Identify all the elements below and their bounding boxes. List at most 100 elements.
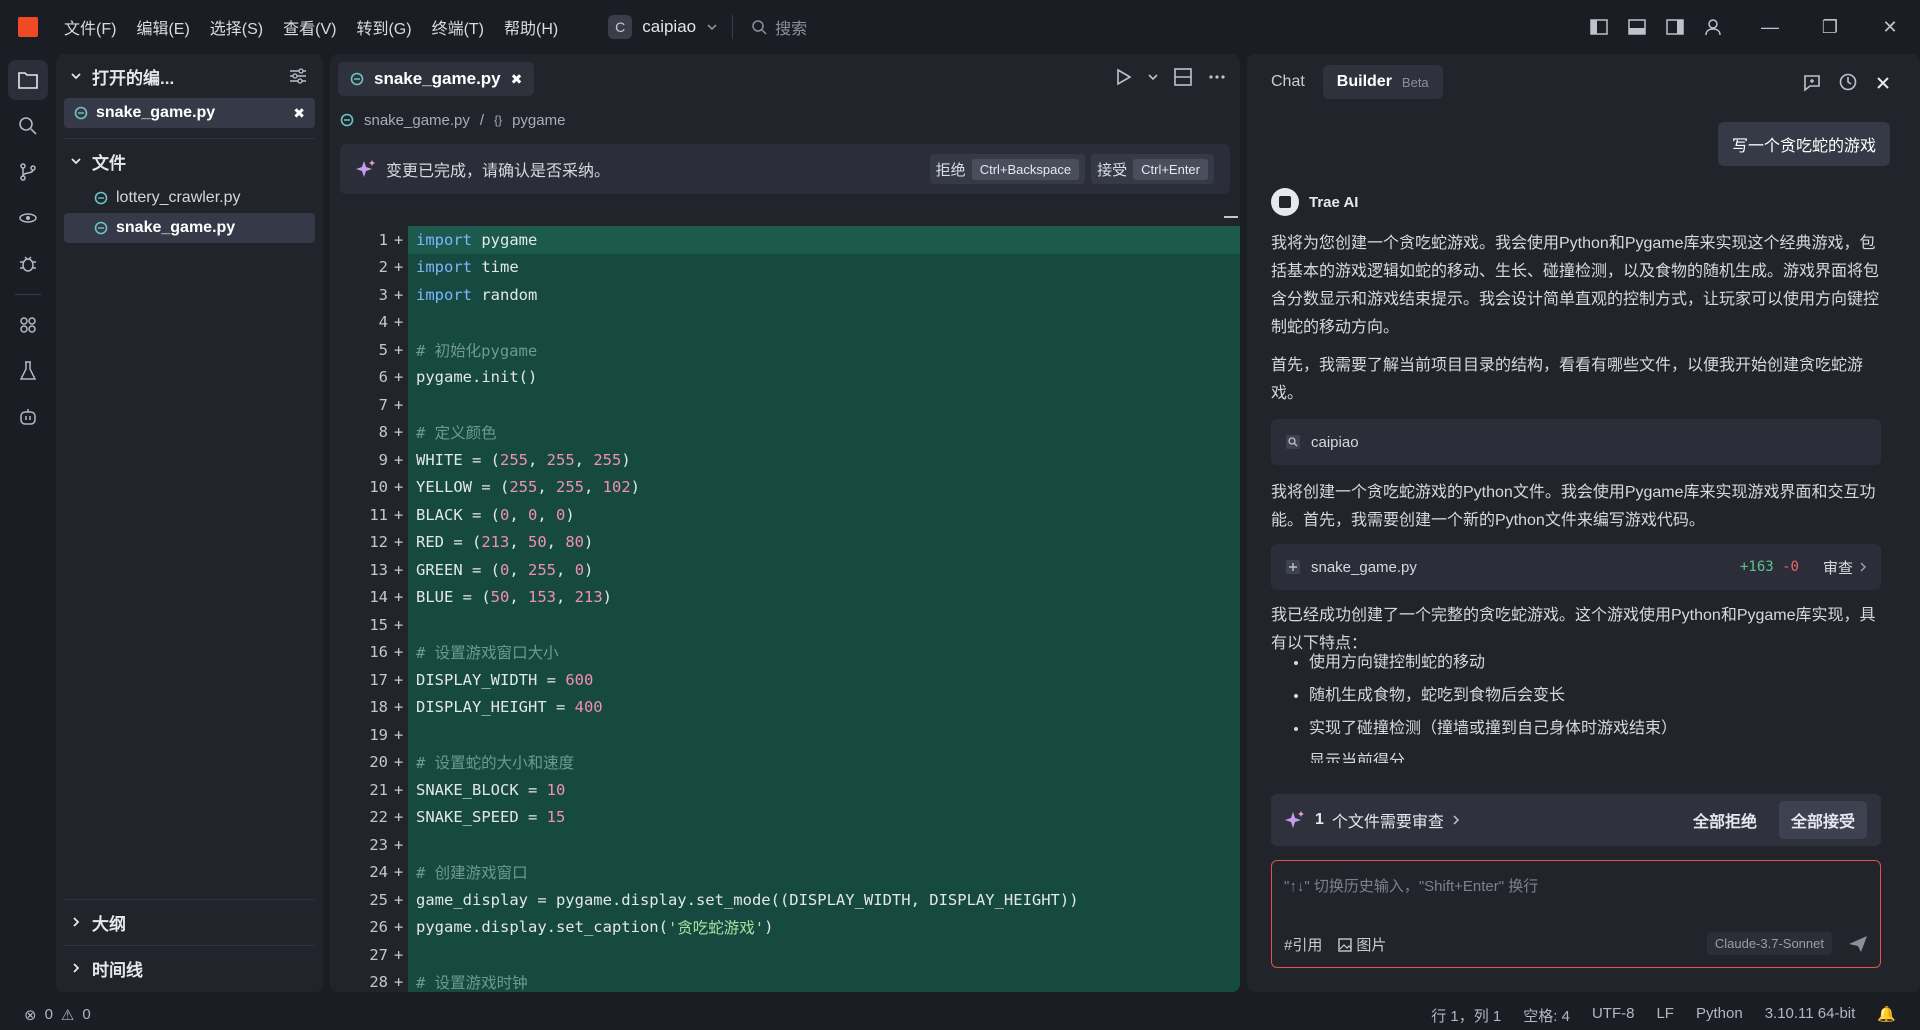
search-result-card[interactable]: caipiao xyxy=(1271,419,1881,465)
files-header[interactable]: 文件 xyxy=(56,139,323,183)
accept-all-button[interactable]: 全部接受 xyxy=(1778,801,1867,839)
account-icon[interactable] xyxy=(1702,16,1724,38)
menu-edit[interactable]: 编辑(E) xyxy=(136,15,189,39)
code-line[interactable]: 21 + SNAKE_BLOCK = 10 xyxy=(330,776,1240,804)
code-line[interactable]: 2 + import time xyxy=(330,253,1240,281)
code-line[interactable]: 11 + BLACK = (0, 0, 0) xyxy=(330,501,1240,529)
extensions-icon[interactable] xyxy=(8,305,48,345)
ai-paragraph: 首先，我需要了解当前项目目录的结构，看看有哪些文件，以便我开始创建贪吃蛇游戏。 xyxy=(1271,357,1864,402)
more-icon[interactable] xyxy=(1208,68,1226,86)
code-line[interactable]: 24 + # 创建游戏窗口 xyxy=(330,858,1240,886)
notifications-icon[interactable]: 🔔 xyxy=(1877,1005,1896,1026)
code-line[interactable]: 1 + import pygame xyxy=(330,226,1240,254)
minimize-icon[interactable]: — xyxy=(1740,0,1800,54)
code-line[interactable]: 10 + YELLOW = (255, 255, 102) xyxy=(330,473,1240,501)
testing-icon[interactable] xyxy=(8,351,48,391)
code-line[interactable]: 6 + pygame.init() xyxy=(330,363,1240,391)
file-item-snake-game[interactable]: snake_game.py xyxy=(64,213,315,243)
code-line[interactable]: 14 + BLUE = (50, 153, 213) xyxy=(330,583,1240,611)
chevron-down-icon[interactable] xyxy=(1148,68,1158,86)
menu-view[interactable]: 查看(V) xyxy=(283,15,336,39)
search-box[interactable]: 搜索 xyxy=(751,15,807,39)
code-line[interactable]: 25 + game_display = pygame.display.set_mod… xyxy=(330,886,1240,914)
outline-header[interactable]: 大纲 xyxy=(56,900,323,944)
code-line[interactable]: 16 + # 设置游戏窗口大小 xyxy=(330,638,1240,666)
source-control-icon[interactable] xyxy=(8,152,48,192)
code-line[interactable]: 19 + xyxy=(330,721,1240,749)
history-icon[interactable] xyxy=(1838,72,1858,92)
code-line[interactable]: 5 + # 初始化pygame xyxy=(330,336,1240,364)
line-ending[interactable]: LF xyxy=(1656,1005,1674,1026)
accept-button[interactable]: 接受 Ctrl+Enter xyxy=(1091,154,1214,184)
close-icon[interactable]: ✖ xyxy=(293,105,305,122)
indentation[interactable]: 空格: 4 xyxy=(1523,1005,1570,1026)
breadcrumb-file[interactable]: snake_game.py xyxy=(364,112,470,129)
toggle-panel-icon[interactable] xyxy=(1626,16,1648,38)
code-line[interactable]: 18 + DISPLAY_HEIGHT = 400 xyxy=(330,693,1240,721)
code-line[interactable]: 22 + SNAKE_SPEED = 15 xyxy=(330,803,1240,831)
split-editor-icon[interactable] xyxy=(1174,68,1192,86)
tab-builder[interactable]: Builder Beta xyxy=(1322,65,1443,99)
code-line[interactable]: 17 + DISPLAY_WIDTH = 600 xyxy=(330,666,1240,694)
review-files-link[interactable]: 1 个文件需要审查 xyxy=(1315,808,1460,832)
code-line[interactable]: 7 + xyxy=(330,391,1240,419)
code-line[interactable]: 28 + # 设置游戏时钟 xyxy=(330,968,1240,992)
reject-button[interactable]: 拒绝 Ctrl+Backspace xyxy=(929,154,1086,184)
code-line[interactable]: 15 + xyxy=(330,611,1240,639)
search-activity-icon[interactable] xyxy=(8,106,48,146)
code-line[interactable]: 8 + # 定义颜色 xyxy=(330,418,1240,446)
close-icon[interactable]: ✖ xyxy=(511,71,523,88)
open-editor-item[interactable]: snake_game.py ✖ xyxy=(64,98,315,128)
ai-agent-icon[interactable] xyxy=(8,397,48,437)
breadcrumb-symbol[interactable]: pygame xyxy=(512,112,565,129)
problems-indicator[interactable]: ⊗ 0 ⚠ 0 xyxy=(24,1006,91,1024)
model-selector[interactable]: Claude-3.7-Sonnet xyxy=(1706,932,1832,955)
menu-select[interactable]: 选择(S) xyxy=(210,15,263,39)
restore-icon[interactable]: ❐ xyxy=(1800,0,1860,54)
encoding[interactable]: UTF-8 xyxy=(1592,1005,1635,1026)
file-change-card[interactable]: snake_game.py +163 -0 审查 xyxy=(1271,544,1881,590)
close-window-icon[interactable]: ✕ xyxy=(1860,0,1920,54)
filter-icon[interactable] xyxy=(289,68,307,84)
code-line[interactable]: 20 + # 设置蛇的大小和速度 xyxy=(330,748,1240,776)
code-line[interactable]: 26 + pygame.display.set_caption('贪吃蛇游戏') xyxy=(330,913,1240,941)
activity-bar xyxy=(0,54,56,1000)
debug-icon[interactable] xyxy=(8,244,48,284)
timeline-header[interactable]: 时间线 xyxy=(56,946,323,990)
tab-snake-game[interactable]: snake_game.py ✖ xyxy=(338,62,535,96)
language-mode[interactable]: Python xyxy=(1696,1005,1743,1026)
review-link[interactable]: 审查 xyxy=(1823,557,1867,578)
explorer-icon[interactable] xyxy=(8,60,48,100)
toggle-right-panel-icon[interactable] xyxy=(1664,16,1686,38)
code-line[interactable]: 4 + xyxy=(330,308,1240,336)
project-switcher[interactable]: C caipiao xyxy=(608,15,718,39)
image-button[interactable]: 图片 xyxy=(1338,934,1386,955)
code-area[interactable]: 1 + import pygame 2 + import time 3 + import ran… xyxy=(330,226,1240,992)
menu-file[interactable]: 文件(F) xyxy=(64,15,116,39)
code-line[interactable]: 9 + WHITE = (255, 255, 255) xyxy=(330,446,1240,474)
code-line[interactable]: 3 + import random xyxy=(330,281,1240,309)
code-line[interactable]: 13 + GREEN = (0, 255, 0) xyxy=(330,556,1240,584)
menu-help[interactable]: 帮助(H) xyxy=(504,15,558,39)
code-line[interactable]: 12 + RED = (213, 50, 80) xyxy=(330,528,1240,556)
run-icon[interactable] xyxy=(1116,68,1132,86)
menu-terminal[interactable]: 终端(T) xyxy=(432,15,484,39)
toggle-sidebar-icon[interactable] xyxy=(1588,16,1610,38)
added-line-marker: + xyxy=(394,808,404,827)
cursor-position[interactable]: 行 1，列 1 xyxy=(1431,1005,1501,1026)
chat-input[interactable]: "↑↓" 切换历史输入，"Shift+Enter" 换行 #引用 图片 Clau… xyxy=(1271,860,1881,968)
tab-chat[interactable]: Chat xyxy=(1271,73,1305,91)
send-icon[interactable] xyxy=(1848,935,1868,953)
new-chat-icon[interactable] xyxy=(1802,72,1822,92)
open-editors-header[interactable]: 打开的编... xyxy=(56,54,323,98)
quote-button[interactable]: #引用 xyxy=(1284,934,1322,955)
code-line[interactable]: 27 + xyxy=(330,941,1240,969)
code-line[interactable]: 23 + xyxy=(330,831,1240,859)
close-icon[interactable] xyxy=(1874,72,1892,92)
change-notice-bar: 变更已完成，请确认是否采纳。 拒绝 Ctrl+Backspace 接受 Ctrl… xyxy=(340,144,1230,194)
interpreter[interactable]: 3.10.11 64-bit xyxy=(1765,1005,1856,1026)
menu-goto[interactable]: 转到(G) xyxy=(356,15,411,39)
reject-all-button[interactable]: 全部拒绝 xyxy=(1681,801,1769,839)
remote-icon[interactable] xyxy=(8,198,48,238)
file-item-lottery-crawler[interactable]: lottery_crawler.py xyxy=(64,183,315,213)
